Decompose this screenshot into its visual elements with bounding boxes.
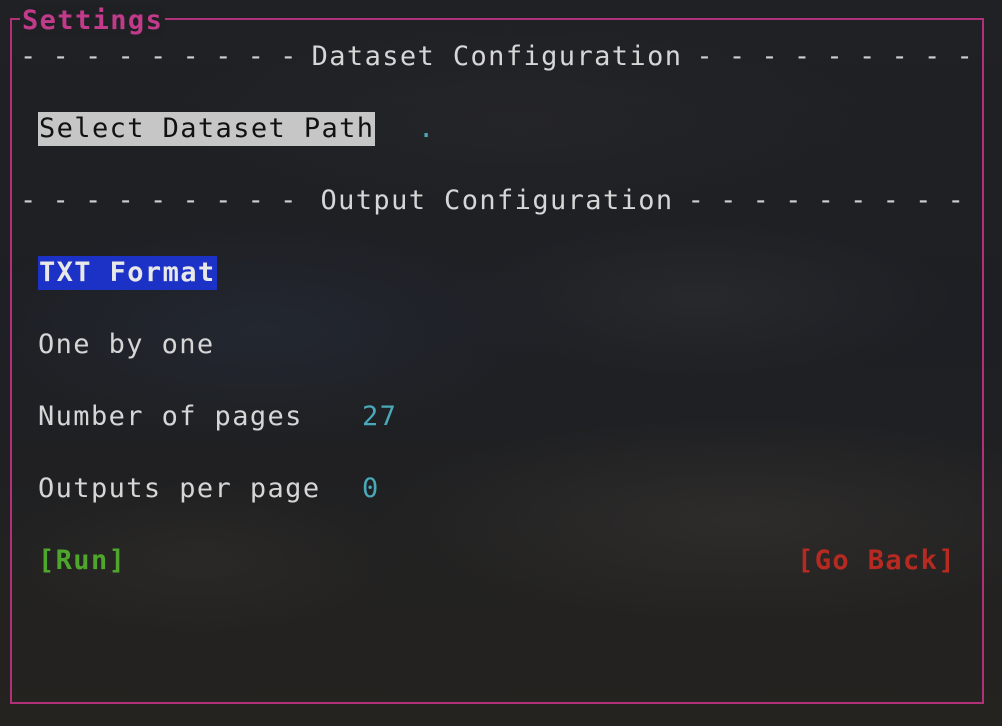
divider-line <box>20 184 306 218</box>
run-button[interactable]: [Run] <box>38 544 126 578</box>
window-title: Settings <box>20 4 166 38</box>
outputs-per-page-label[interactable]: Outputs per page <box>38 472 321 506</box>
go-back-button[interactable]: [Go Back] <box>797 544 956 578</box>
outputs-per-page-value[interactable]: 0 <box>362 472 380 506</box>
number-of-pages-label[interactable]: Number of pages <box>38 400 303 434</box>
section-divider-output: Output Configuration <box>20 184 974 218</box>
divider-line <box>688 184 974 218</box>
select-dataset-path-button[interactable]: Select Dataset Path <box>38 112 376 146</box>
txt-format-option[interactable]: TXT Format <box>38 256 217 290</box>
divider-line <box>20 40 298 74</box>
section-title-dataset: Dataset Configuration <box>311 41 683 72</box>
dataset-path-value: . <box>418 113 436 144</box>
one-by-one-option[interactable]: One by one <box>38 328 215 362</box>
section-title-output: Output Configuration <box>320 185 674 216</box>
section-divider-dataset: Dataset Configuration <box>20 40 974 74</box>
divider-line <box>696 40 974 74</box>
number-of-pages-value[interactable]: 27 <box>362 400 397 434</box>
